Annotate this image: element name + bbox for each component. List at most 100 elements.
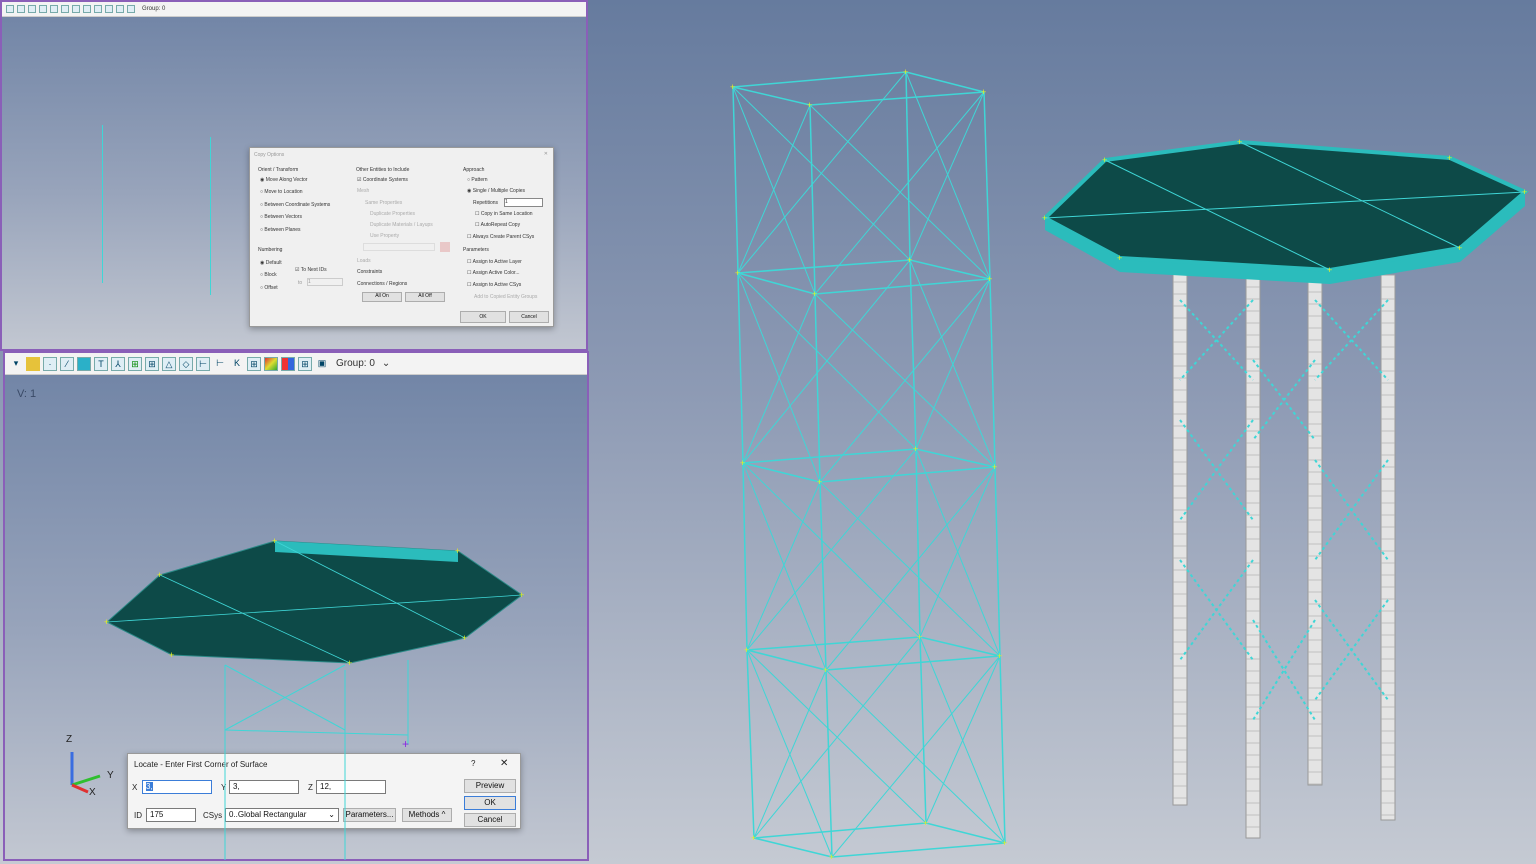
top-viewport-panel[interactable]: Group: 0 Copy Options ✕ Orient / Transfo… [0,0,588,351]
surface-icon[interactable] [77,356,91,371]
checkbox-active-layer[interactable]: ☐ Assign to Active Layer [467,259,522,265]
radio-duplicate-materials[interactable]: Duplicate Materials / Layups [370,222,433,228]
close-button[interactable]: ✕ [500,758,508,769]
radio-offset[interactable]: ○ Offset [260,285,278,291]
chevron-down-icon[interactable]: ⌄ [382,358,390,369]
z-input[interactable]: 12, [316,780,386,794]
beam3-icon[interactable]: K [230,357,244,371]
checkbox-active-color[interactable]: ☐ Assign Active Color... [467,270,520,276]
tower-beam [746,649,827,671]
node-icon[interactable]: · [43,356,57,371]
toolbar-icon[interactable] [61,5,69,13]
csys-select[interactable]: 0..Global Rectangular ⌄ [225,808,339,822]
node-marker: + [751,833,756,843]
toolbar-icon[interactable] [72,5,80,13]
radio-move-along-vector[interactable]: ◉ Move Along Vector [260,177,307,183]
text-icon[interactable]: T [94,356,108,371]
checkbox-autorepeat[interactable]: ☐ AutoRepeat Copy [475,222,520,228]
id-input[interactable]: 175 [146,808,196,822]
checkbox-active-csys[interactable]: ☐ Assign to Active CSys [467,282,521,288]
radio-pattern[interactable]: ○ Pattern [467,177,488,183]
radio-duplicate-properties[interactable]: Duplicate Properties [370,211,415,217]
radio-use-property[interactable]: Use Property [370,233,399,239]
help-button[interactable]: ? [471,759,475,768]
checkbox-loads[interactable]: Loads [357,258,371,264]
group-select[interactable]: Group: 0 [336,358,375,369]
toolbar-icon[interactable] [83,5,91,13]
radio-between-vectors[interactable]: ○ Between Vectors [260,214,302,220]
ok-button[interactable]: OK [464,796,516,810]
toolbar-icon[interactable] [28,5,36,13]
radio-block[interactable]: ○ Block [260,272,277,278]
toolbar-icon[interactable] [116,5,124,13]
contour-icon[interactable] [264,356,278,371]
tower-brace [742,293,816,464]
radio-single-multiple[interactable]: ◉ Single / Multiple Copies [467,188,525,194]
radio-same-properties[interactable]: Same Properties [365,200,402,206]
all-on-button[interactable]: All On [362,292,402,302]
checkbox-constraints[interactable]: Constraints [357,269,382,275]
methods-button[interactable]: Methods ^ [402,808,452,822]
z-label: Z [308,783,313,792]
checkbox-parent-csys[interactable]: ☐ Always Create Parent CSys [467,234,534,240]
bottom-viewport-panel[interactable]: ▾ · ⁄ T ⅄ ⊞ ⊞ △ ◇ ⊢ ⊢ K ⊞ ⊞ ▣ Group: 0 ⌄ V: 1 Z Y X Lo… [3,351,589,861]
checkbox-mesh[interactable]: Mesh [357,188,369,194]
group-label: Parameters [463,247,489,253]
toolbar-icon[interactable] [127,5,135,13]
grid-icon[interactable]: ⊞ [145,356,159,371]
radio-move-to-location[interactable]: ○ Move to Location [260,189,303,195]
tower-column [905,71,911,261]
ok-button[interactable]: OK [460,311,506,323]
toolbar-icon[interactable] [94,5,102,13]
all-off-button[interactable]: All Off [405,292,445,302]
grid2-icon[interactable]: ⊞ [247,356,261,371]
close-icon[interactable]: ✕ [544,151,548,157]
checkbox-copy-same-location[interactable]: ☐ Copy in Same Location [475,211,533,217]
line-icon[interactable]: ⁄ [60,356,74,371]
beam2-icon[interactable]: ⊢ [213,357,227,371]
checkbox-connections[interactable]: Connections / Regions [357,281,407,287]
toolbar-icon[interactable] [39,5,47,13]
tower-column [825,669,833,858]
group-label: Approach [463,167,485,173]
cancel-button[interactable]: Cancel [464,813,516,827]
node-marker: + [913,444,918,454]
color-icon[interactable] [281,356,295,371]
radio-between-csys[interactable]: ○ Between Coordinate Systems [260,202,330,208]
preview-button[interactable]: Preview [464,779,516,793]
toolbar-icon[interactable] [6,5,14,13]
node-marker: + [903,67,908,77]
group-select[interactable]: Group: 0 [142,6,165,12]
x-input[interactable]: 3, [142,780,212,794]
dialog-title: Copy Options [254,152,285,158]
radio-default[interactable]: ◉ Default [260,260,282,266]
toolbar-icon[interactable] [17,5,25,13]
csys-icon[interactable]: ⅄ [111,356,125,371]
to-input[interactable]: 1 [307,278,343,286]
property-pick-icon[interactable] [440,242,450,252]
checkbox-coordinate-systems[interactable]: ☑ Coordinate Systems [357,177,408,183]
tag-icon[interactable]: ◇ [179,356,193,371]
property-select[interactable] [363,243,435,251]
parameters-button[interactable]: Parameters... [343,808,396,822]
group-label: Orient / Transform [258,167,299,173]
tower-beam [915,448,996,468]
cancel-button[interactable]: Cancel [509,311,549,323]
node-marker: + [740,458,745,468]
beam-icon[interactable]: ⊢ [196,356,210,371]
repetitions-input[interactable]: 1 [504,198,543,207]
checkbox-to-next-ids[interactable]: ☑ To Next IDs [295,267,327,273]
toolbar-icon[interactable] [50,5,58,13]
y-input[interactable]: 3, [229,780,299,794]
grid3-icon[interactable]: ⊞ [298,356,312,371]
checkbox-entity-groups[interactable]: Add to Copied Entity Groups [474,294,537,300]
x-label: X [132,783,138,792]
mesh-icon[interactable]: ⊞ [128,356,142,371]
radio-between-planes[interactable]: ○ Between Planes [260,227,301,233]
pointer-icon[interactable]: ▾ [9,357,23,371]
load-icon[interactable]: △ [162,356,176,371]
layer-icon[interactable] [26,356,40,371]
fit-icon[interactable]: ▣ [315,357,329,371]
toolbar-icon[interactable] [105,5,113,13]
tower-beam [814,278,991,295]
